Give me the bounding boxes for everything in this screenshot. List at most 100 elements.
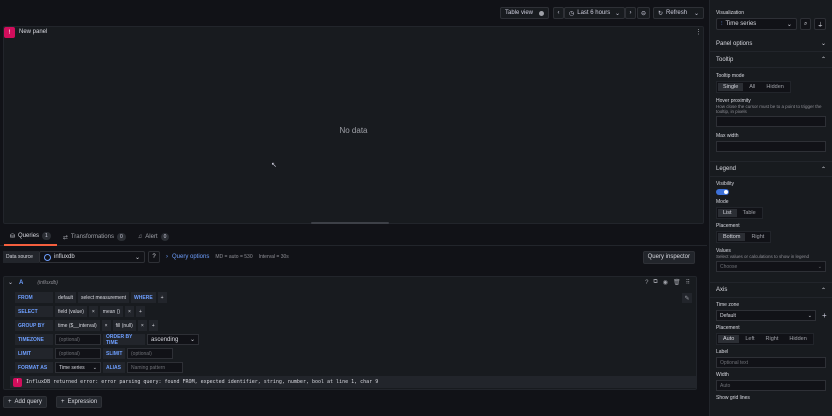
query-inspector-label: Query inspector [647, 254, 690, 260]
tab-alert[interactable]: ♫ Alert 0 [132, 229, 176, 246]
time-arg: ($__interval) [68, 322, 97, 329]
legend-header[interactable]: Legend ⌃ [710, 161, 832, 177]
remove-field-button[interactable]: × [88, 306, 98, 317]
fill-chip[interactable]: fill (null) [112, 320, 136, 331]
legend-placement-bottom[interactable]: Bottom [718, 233, 746, 241]
resize-handle[interactable] [311, 222, 389, 224]
query-actions: ? ⧉ ◉ 🗑 ⠿ [645, 279, 690, 286]
measurement-chip[interactable]: select measurement [78, 292, 130, 303]
mean-chip[interactable]: mean () [99, 306, 124, 317]
search-button[interactable]: ⌕ [799, 18, 812, 30]
error-indicator-icon[interactable]: ! [4, 27, 15, 38]
legend-mode-group: List Table [716, 207, 763, 219]
legend-mode-list[interactable]: List [718, 209, 737, 217]
query-ref-id[interactable]: A [19, 280, 23, 286]
axis-label-input[interactable]: Optional text [716, 357, 826, 368]
table-view-toggle[interactable]: Table view [500, 7, 549, 19]
legend-values-desc: Select values or calculations to show in… [716, 254, 810, 259]
zoom-out-button[interactable]: ⊖ [637, 7, 650, 19]
add-where-button[interactable]: + [157, 292, 167, 303]
copy-icon[interactable]: ⧉ [653, 279, 657, 286]
refresh-label: Refresh [666, 10, 688, 16]
slimit-input[interactable]: (optional) [127, 348, 173, 359]
time-picker[interactable]: ◷ Last 6 hours ⌄ [564, 7, 625, 19]
chevron-down-icon: ⌄ [614, 10, 620, 17]
agg-arg: () [116, 308, 121, 315]
viz-picker-row: ⫶ Time series ⌄ ⌕ ⏚ [710, 16, 832, 32]
add-query-button[interactable]: + Add query [3, 396, 47, 408]
remove-mean-button[interactable]: × [125, 306, 134, 317]
tab-count-badge: 0 [160, 233, 170, 241]
help-button[interactable]: ? [148, 251, 160, 263]
tooltip-mode-single[interactable]: Single [718, 83, 744, 91]
legend-values-select[interactable]: Choose ⌄ [716, 261, 826, 272]
edit-raw-query-icon[interactable]: ✎ [682, 293, 692, 303]
axis-header[interactable]: Axis ⌃ [710, 282, 832, 298]
axis-placement-left[interactable]: Left [740, 335, 759, 343]
alias-input[interactable]: Naming pattern [127, 362, 183, 373]
limit-input[interactable]: (optional) [55, 348, 101, 359]
tab-label: Alert [145, 234, 158, 240]
interval-info: Interval = 30s [258, 254, 289, 260]
add-timezone-icon[interactable]: + [822, 311, 827, 320]
remove-fill-button[interactable]: × [137, 320, 147, 331]
axis-timezone-select[interactable]: Default ⌄ [716, 310, 816, 321]
add-select-button[interactable]: + [135, 306, 145, 317]
axis-width-input[interactable]: Auto [716, 380, 826, 391]
policy-chip[interactable]: default [55, 292, 77, 303]
error-message: InfluxDB returned error: error parsing q… [26, 379, 379, 385]
eye-icon[interactable]: ◉ [663, 279, 668, 286]
panel-title[interactable]: New panel [19, 29, 47, 35]
add-groupby-button[interactable]: + [148, 320, 158, 331]
clock-icon: ◷ [569, 10, 575, 17]
legend-visibility-toggle[interactable] [716, 189, 729, 195]
tooltip-title: Tooltip [716, 56, 734, 63]
time-chip[interactable]: time ($__interval) [55, 320, 100, 331]
order-select[interactable]: ascending ⌄ [147, 334, 199, 345]
tooltip-mode-all[interactable]: All [744, 83, 760, 91]
max-width-input[interactable] [716, 141, 826, 152]
query-inspector-button[interactable]: Query inspector [642, 250, 695, 264]
options-pane: Visualization ⫶ Time series ⌄ ⌕ ⏚ Panel … [709, 0, 832, 416]
help-icon[interactable]: ? [645, 280, 648, 286]
legend-mode-table[interactable]: Table [738, 209, 761, 217]
expression-button[interactable]: + Expression [56, 396, 103, 408]
select-row: SELECT field (value) × mean () × + [15, 306, 145, 317]
collapse-icon[interactable]: ⌄ [8, 279, 13, 286]
axis-placement-hidden[interactable]: Hidden [784, 335, 811, 343]
tooltip-header[interactable]: Tooltip ⌃ [710, 52, 832, 68]
tab-label: Transformations [70, 234, 114, 240]
md-info: MD = auto = 530 [215, 254, 253, 260]
query-header: ⌄ A (influxdb) [8, 279, 58, 287]
tooltip-mode-hidden[interactable]: Hidden [761, 83, 788, 91]
refresh-button[interactable]: ↻ Refresh ⌄ [653, 7, 704, 19]
time-back-button[interactable]: ‹ [553, 7, 564, 19]
timezone-label: TIMEZONE [15, 334, 53, 345]
axis-placement-label: Placement [716, 325, 740, 331]
tab-transformations[interactable]: ⇄ Transformations 0 [57, 229, 132, 246]
format-select[interactable]: Time series ⌄ [55, 362, 101, 373]
hover-proximity-input[interactable] [716, 116, 826, 127]
drag-handle-icon[interactable]: ⠿ [686, 279, 690, 286]
tab-count-badge: 1 [42, 232, 51, 240]
axis-placement-auto[interactable]: Auto [718, 335, 740, 343]
timezone-input[interactable]: (optional) [55, 334, 101, 345]
viz-picker[interactable]: ⫶ Time series ⌄ [716, 18, 797, 30]
datasource-picker[interactable]: influxdb ⌄ [39, 251, 145, 263]
axis-placement-right[interactable]: Right [761, 335, 784, 343]
tab-queries[interactable]: ⛁ Queries 1 [4, 229, 57, 246]
groupby-label: GROUP BY [15, 320, 53, 331]
query-options-button[interactable]: Query options [172, 254, 209, 260]
remove-time-button[interactable]: × [101, 320, 111, 331]
plus-icon: + [61, 399, 65, 405]
trash-icon[interactable]: 🗑 [673, 279, 681, 286]
panel-options-header[interactable]: Panel options ⌄ [710, 36, 832, 52]
from-row: FROM default select measurement WHERE + [15, 292, 167, 303]
time-forward-button[interactable]: › [625, 7, 636, 19]
from-label: FROM [15, 292, 53, 303]
field-chip[interactable]: field (value) [55, 306, 87, 317]
filter-button[interactable]: ⏚ [814, 18, 826, 30]
chevron-right-icon[interactable]: › [166, 254, 168, 260]
legend-placement-right[interactable]: Right [746, 233, 769, 241]
panel-menu-icon[interactable]: ⋮ [695, 28, 702, 36]
